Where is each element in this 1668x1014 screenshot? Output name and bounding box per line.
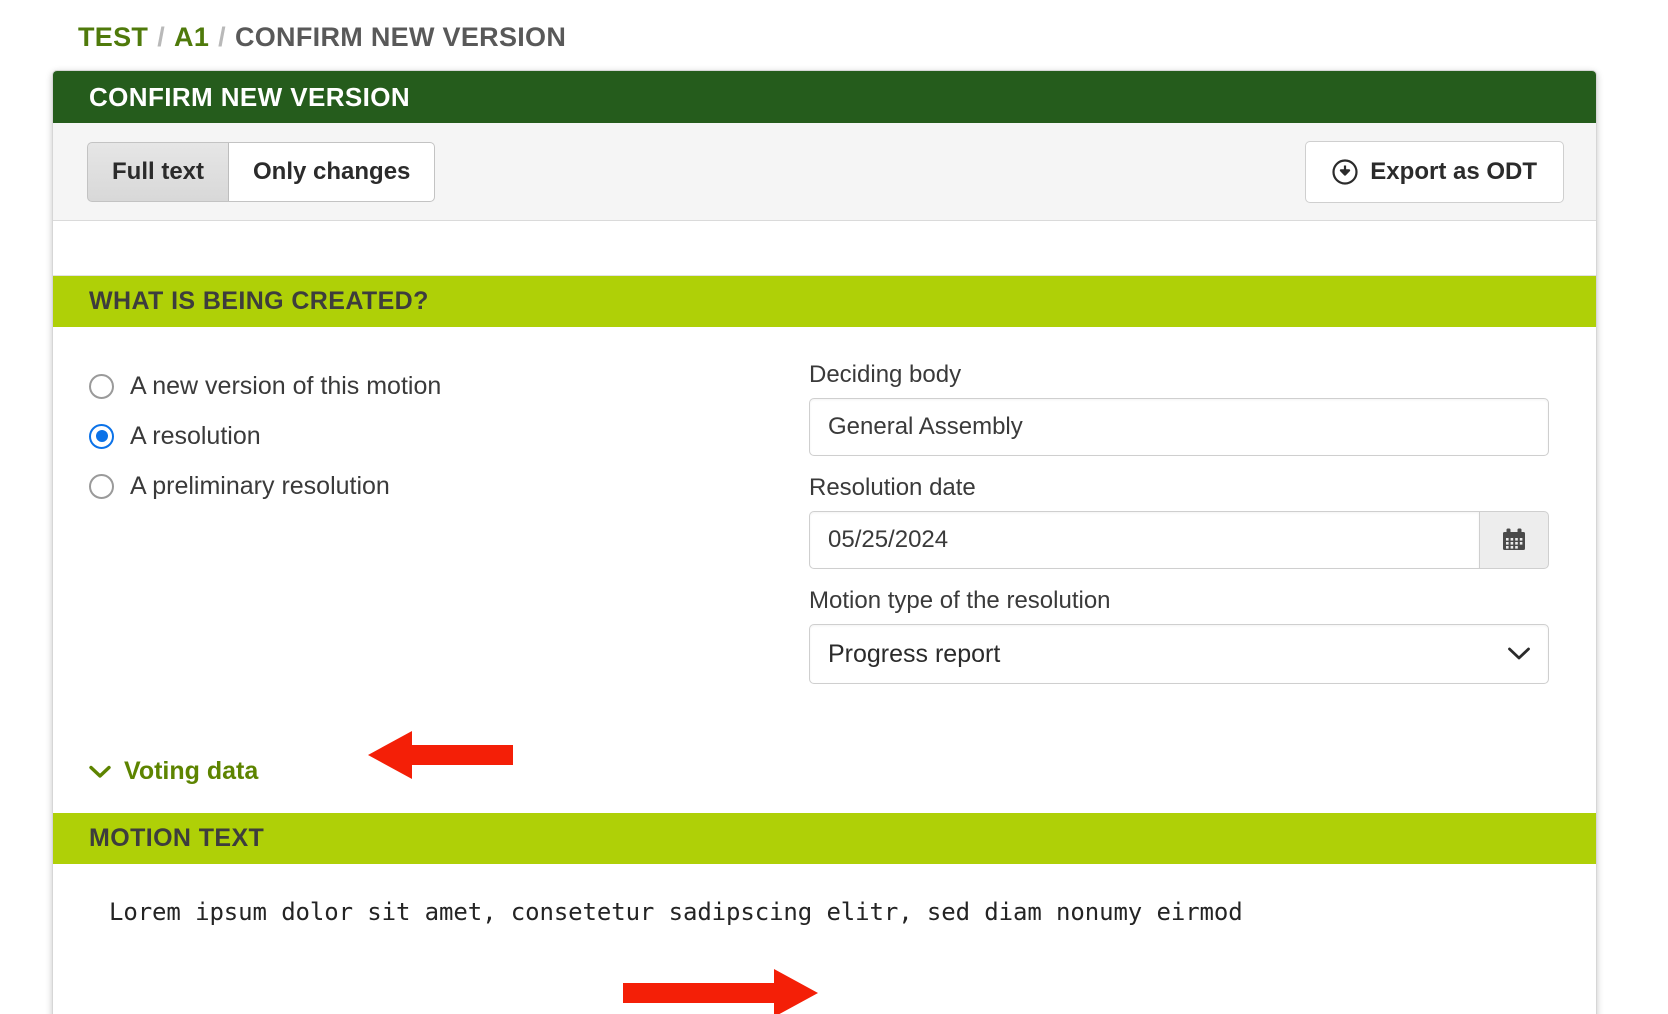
arrow-pointing-to-motion-type-select [623,967,818,1014]
full-text-button[interactable]: Full text [87,141,230,202]
breadcrumb-item-a1[interactable]: A1 [174,22,209,52]
section-header-motion-text: MOTION TEXT [53,813,1596,864]
only-changes-button[interactable]: Only changes [229,141,436,202]
export-as-odt-label: Export as ODT [1370,157,1537,185]
radio-option-label: A resolution [130,421,261,450]
voting-data-label: Voting data [124,757,259,785]
breadcrumb-item-test[interactable]: TEST [78,22,148,52]
motion-type-select-wrap: Progress report [809,624,1549,684]
motion-text-paragraph: Lorem ipsum dolor sit amet, consetetur s… [109,898,1243,926]
deciding-body-label: Deciding body [809,361,962,388]
confirm-new-version-card: CONFIRM NEW VERSION Full text Only chang… [52,70,1597,1014]
radio-icon [89,473,114,499]
motion-type-label: Motion type of the resolution [809,587,1111,614]
motion-text-body: Lorem ipsum dolor sit amet, consetetur s… [53,864,1596,926]
card-toolbar: Full text Only changes Export as ODT [53,123,1596,221]
breadcrumb-separator: / [218,22,226,52]
card-header-title: CONFIRM NEW VERSION [89,81,411,112]
section-header-what-is-being-created: WHAT IS BEING CREATED? [53,276,1596,327]
toolbar-spacer [53,221,1596,276]
radio-option-preliminary-resolution[interactable]: A preliminary resolution [89,461,809,511]
radio-option-label: A preliminary resolution [130,471,390,500]
calendar-picker-button[interactable] [1479,511,1549,569]
resolution-date-input-group [809,511,1549,569]
resolution-date-field-block: Resolution date [809,474,1549,569]
page-root: TEST / A1 / CONFIRM NEW VERSION CONFIRM NEW … [0,0,1668,1014]
breadcrumb-item-current: CONFIRM NEW VERSION [234,22,567,52]
radio-icon-selected [89,423,114,449]
creation-options-column: A new version of this motion A resolutio… [89,361,809,813]
radio-option-new-version[interactable]: A new version of this motion [89,361,809,411]
motion-type-selected-value: Progress report [828,639,1001,668]
section-title: WHAT IS BEING CREATED? [89,287,429,315]
view-mode-button-group: Full text Only changes [87,141,436,202]
voting-data-toggle[interactable]: Voting data [89,757,258,786]
chevron-down-icon [89,765,111,779]
card-header: CONFIRM NEW VERSION [53,71,1596,123]
resolution-date-input[interactable] [809,511,1479,569]
breadcrumb: TEST / A1 / CONFIRM NEW VERSION [78,22,566,53]
motion-type-field-block: Motion type of the resolution Progress r… [809,587,1549,684]
deciding-body-field-block: Deciding body [809,361,1549,456]
section-title: MOTION TEXT [89,824,265,852]
radio-option-a-resolution[interactable]: A resolution [89,411,809,461]
resolution-date-label: Resolution date [809,474,976,501]
what-is-being-created-body: A new version of this motion A resolutio… [53,327,1596,1014]
export-as-odt-button[interactable]: Export as ODT [1305,140,1564,203]
download-circle-icon [1332,158,1358,185]
deciding-body-input[interactable] [809,398,1549,456]
calendar-icon [1500,526,1528,554]
radio-option-label: A new version of this motion [130,371,442,400]
motion-type-select[interactable]: Progress report [809,624,1549,684]
breadcrumb-separator: / [157,22,166,52]
radio-icon [89,373,114,399]
resolution-details-column: Deciding body Resolution date [809,361,1549,813]
